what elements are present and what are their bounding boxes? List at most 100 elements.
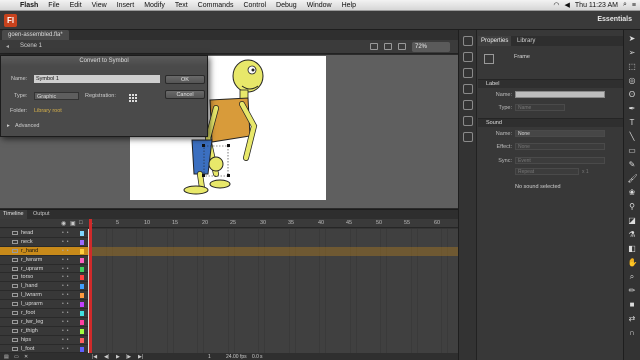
menu-app-name[interactable]: Flash — [15, 0, 43, 11]
menu-view[interactable]: View — [87, 0, 112, 11]
brush-tool-icon[interactable]: 🖌 — [628, 174, 638, 183]
menu-window[interactable]: Window — [302, 0, 337, 11]
label-section-header[interactable]: Label — [478, 79, 624, 88]
layer-visibility-dots[interactable]: •• — [62, 266, 72, 272]
stroke-color-icon[interactable]: ✏ — [628, 286, 637, 295]
sync-select[interactable]: Event — [515, 157, 605, 164]
layer-name[interactable]: r_hand — [21, 248, 38, 254]
selection-tool-icon[interactable]: ➤ — [628, 34, 637, 43]
sound-section-header[interactable]: Sound — [478, 118, 624, 127]
layer-color-swatch[interactable] — [80, 231, 84, 236]
menu-control[interactable]: Control — [238, 0, 271, 11]
layer-name[interactable]: r_uprarm — [21, 266, 43, 272]
layer-color-swatch[interactable] — [80, 311, 84, 317]
outline-icon[interactable]: □ — [79, 220, 83, 226]
first-frame-icon[interactable]: |◀ — [92, 354, 97, 360]
layer-name[interactable]: l_lwrarm — [21, 292, 42, 298]
bone-tool-icon[interactable]: ⚲ — [628, 202, 637, 211]
paint-bucket-tool-icon[interactable]: ◪ — [628, 216, 637, 225]
layer-row[interactable]: r_foot •• — [0, 309, 88, 318]
zoom-tool-icon[interactable]: ⌕ — [628, 272, 637, 281]
current-frame[interactable]: 1 — [208, 354, 211, 360]
repeat-select[interactable]: Repeat — [515, 168, 579, 175]
rectangle-tool-icon[interactable]: ▭ — [628, 146, 637, 155]
deco-tool-icon[interactable]: ❀ — [628, 188, 637, 197]
scene-breadcrumb[interactable]: Scene 1 — [20, 43, 42, 49]
panel-icon-components[interactable] — [462, 132, 473, 142]
ok-button[interactable]: OK — [165, 75, 205, 84]
layer-row[interactable]: head •• — [0, 229, 88, 238]
delete-layer-icon[interactable]: ✕ — [24, 354, 28, 360]
menu-clock[interactable]: Thu 11:23 AM — [575, 2, 618, 9]
layer-name[interactable]: r_lwr_leg — [21, 319, 43, 325]
layer-visibility-dots[interactable]: •• — [62, 337, 72, 343]
layer-name[interactable]: head — [21, 230, 33, 236]
panel-icon-swatches[interactable] — [462, 52, 473, 62]
registration-grid[interactable] — [128, 93, 137, 102]
cancel-button[interactable]: Cancel — [165, 90, 205, 99]
lasso-tool-icon[interactable]: ʘ — [628, 90, 637, 99]
layer-row[interactable]: r_lwrarm •• — [0, 255, 88, 265]
layer-visibility-dots[interactable]: •• — [62, 274, 72, 280]
layer-name[interactable]: l_uprarm — [21, 301, 43, 307]
pen-tool-icon[interactable]: ✒ — [628, 104, 637, 113]
menu-edit[interactable]: Edit — [65, 0, 87, 11]
layer-color-swatch[interactable] — [80, 319, 84, 325]
menu-debug[interactable]: Debug — [271, 0, 302, 11]
symbol-name-input[interactable]: Symbol 1 — [34, 75, 160, 83]
volume-icon[interactable]: ◀ — [565, 1, 570, 9]
menu-text[interactable]: Text — [170, 0, 193, 11]
tab-library[interactable]: Library — [514, 36, 538, 46]
layer-visibility-dots[interactable]: •• — [62, 310, 72, 316]
eraser-tool-icon[interactable]: ◧ — [628, 244, 637, 253]
layer-row[interactable]: r_thigh •• — [0, 326, 88, 336]
layer-name[interactable]: l_foot — [21, 346, 34, 352]
layer-color-swatch[interactable] — [80, 275, 84, 281]
layer-color-swatch[interactable] — [80, 266, 84, 272]
center-stage-icon[interactable] — [398, 43, 406, 50]
last-frame-icon[interactable]: ▶| — [138, 354, 143, 360]
layer-name[interactable]: r_thigh — [21, 328, 38, 334]
document-tab[interactable]: goen-assembled.fla* — [2, 30, 69, 40]
layer-color-swatch[interactable] — [80, 328, 84, 334]
layer-color-swatch[interactable] — [80, 284, 84, 290]
new-layer-icon[interactable]: ▤ — [4, 354, 9, 360]
layer-name[interactable]: torso — [21, 274, 33, 280]
line-tool-icon[interactable]: ╲ — [628, 132, 637, 141]
snap-icon[interactable]: ∩ — [628, 328, 637, 337]
panel-icon-transform[interactable] — [462, 100, 473, 110]
pencil-tool-icon[interactable]: ✎ — [628, 160, 637, 169]
layer-visibility-dots[interactable]: •• — [62, 319, 72, 325]
layer-name[interactable]: r_foot — [21, 310, 35, 316]
menu-commands[interactable]: Commands — [193, 0, 239, 11]
menu-insert[interactable]: Insert — [112, 0, 140, 11]
menu-modify[interactable]: Modify — [139, 0, 170, 11]
advanced-toggle-icon[interactable]: ▸ — [7, 123, 10, 129]
layer-row[interactable]: l_uprarm •• — [0, 300, 88, 310]
layer-visibility-dots[interactable]: •• — [62, 292, 72, 298]
zoom-select[interactable]: 72% — [412, 42, 450, 52]
library-root-link[interactable]: Library root — [34, 108, 62, 114]
layer-color-swatch[interactable] — [80, 337, 84, 343]
layer-row[interactable]: l_lwrarm •• — [0, 291, 88, 301]
label-name-input[interactable] — [515, 91, 605, 98]
new-folder-icon[interactable]: ▭ — [14, 354, 19, 360]
layer-name[interactable]: r_lwrarm — [21, 257, 42, 263]
layer-color-swatch[interactable] — [80, 302, 84, 308]
layer-name[interactable]: l_hand — [21, 283, 38, 289]
text-tool-icon[interactable]: T — [628, 118, 637, 127]
menu-file[interactable]: File — [43, 0, 64, 11]
layer-color-swatch[interactable] — [80, 293, 84, 299]
layer-color-swatch[interactable] — [80, 257, 84, 263]
panel-icon-align[interactable] — [462, 68, 473, 78]
repeat-count[interactable]: x 1 — [582, 169, 589, 175]
selected-layer-frames[interactable] — [88, 246, 458, 256]
workspace-switcher[interactable]: Essentials — [597, 16, 632, 23]
frame-grid[interactable] — [88, 229, 458, 357]
layer-visibility-dots[interactable]: •• — [62, 257, 72, 263]
hand-tool-icon[interactable]: ✋ — [628, 258, 638, 267]
symbol-type-select[interactable]: Graphic — [34, 92, 79, 100]
wifi-icon[interactable]: ◠ — [553, 1, 559, 9]
layer-name[interactable]: hips — [21, 337, 31, 343]
layer-visibility-dots[interactable]: •• — [62, 301, 72, 307]
